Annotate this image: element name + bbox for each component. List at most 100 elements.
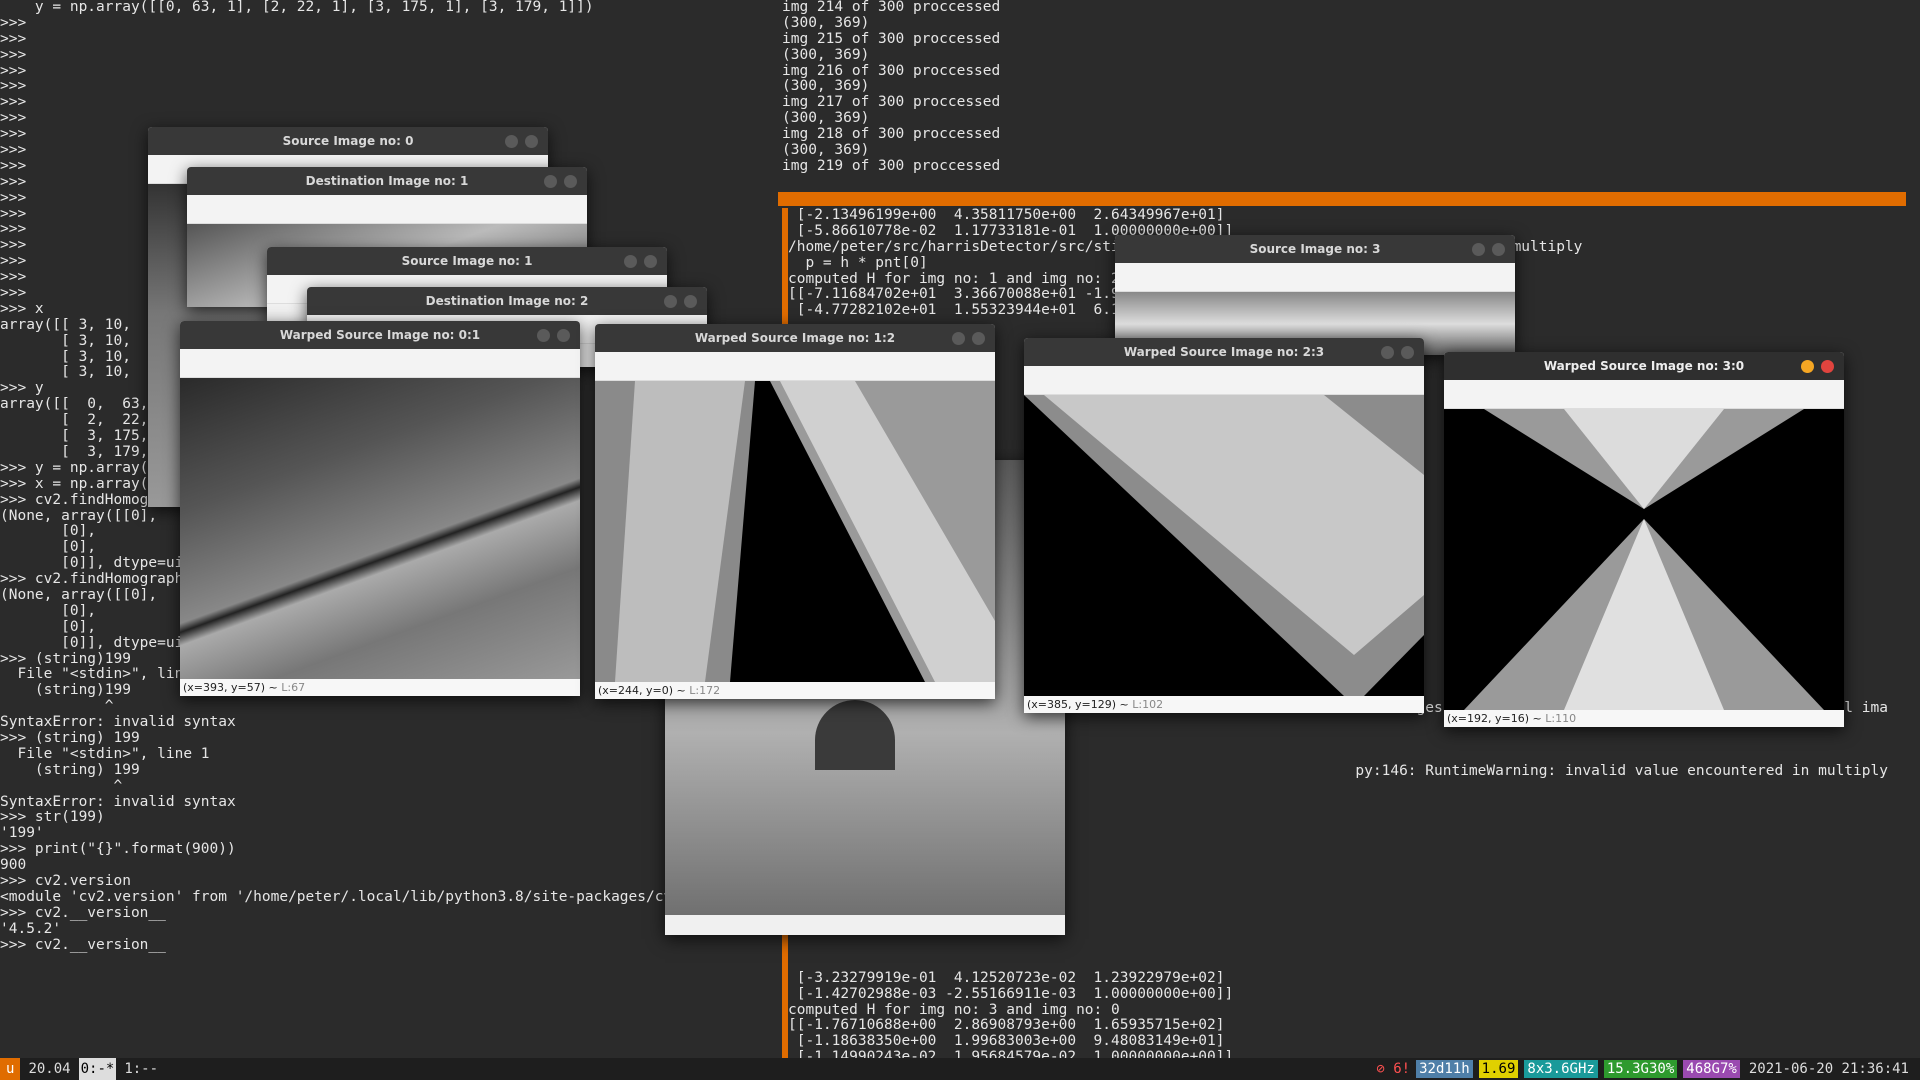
pixel-level: L:102 bbox=[1132, 698, 1164, 711]
terminal-line: img 215 of 300 proccessed bbox=[782, 30, 1001, 47]
window-title: Warped Source Image no: 3:0 bbox=[1543, 359, 1745, 373]
window-status-bar: (x=385, y=129) ~ L:102 bbox=[1024, 696, 1424, 713]
window-toolbar bbox=[1024, 366, 1424, 395]
close-button[interactable] bbox=[644, 255, 657, 268]
window-titlebar[interactable]: Warped Source Image no: 3:0 bbox=[1444, 352, 1844, 380]
window-status-bar: (x=393, y=57) ~ L:67 bbox=[180, 679, 580, 696]
minimize-button[interactable] bbox=[1801, 360, 1814, 373]
terminal-line: ^ bbox=[0, 698, 114, 715]
minimize-button[interactable] bbox=[952, 332, 965, 345]
cpu-badge: 8x3.6GHz bbox=[1524, 1060, 1598, 1078]
datetime: 2021-06-20 21:36:41 bbox=[1748, 1061, 1909, 1077]
close-button[interactable] bbox=[564, 175, 577, 188]
terminal-line: 900 bbox=[0, 857, 27, 874]
window-title: Destination Image no: 1 bbox=[305, 174, 469, 188]
terminal-line: SyntaxError: invalid syntax bbox=[0, 793, 236, 810]
terminal-line: [-1.42702988e-03 -2.55166911e-03 1.00000… bbox=[788, 985, 1234, 1002]
terminal-right-top[interactable]: img 214 of 300 proccessed (300, 369) img 2… bbox=[782, 0, 1920, 190]
pixel-level: L:110 bbox=[1545, 712, 1577, 725]
close-button[interactable] bbox=[1821, 360, 1834, 373]
window-title: Source Image no: 3 bbox=[1249, 242, 1381, 256]
warped-image-3-0 bbox=[1464, 409, 1824, 710]
tmux-status-bar: u 20.04 0:-* 1:-- ⊘ 6! 32d11h 1.69 8x3.6… bbox=[0, 1058, 1920, 1080]
cursor-coords: (x=385, y=129) ~ bbox=[1027, 698, 1133, 711]
load-badge: 1.69 bbox=[1478, 1060, 1519, 1078]
window-warped-source-1-2[interactable]: Warped Source Image no: 1:2 (x=244, y=0)… bbox=[595, 324, 995, 699]
terminal-line: >>> cv2.__version__ bbox=[0, 936, 166, 953]
terminal-line: y = np.array([[0, 63, 1], [2, 22, 1], [3… bbox=[0, 0, 594, 15]
terminal-line: [-3.23279919e-01 4.12520723e-02 1.239229… bbox=[788, 969, 1225, 986]
uptime-badge: 32d11h bbox=[1416, 1060, 1473, 1078]
image-canvas[interactable] bbox=[1024, 395, 1424, 696]
warped-image-1-2 bbox=[595, 381, 995, 682]
pane-divider-active bbox=[778, 192, 1906, 206]
window-titlebar[interactable]: Source Image no: 3 bbox=[1115, 235, 1515, 263]
os-version: 20.04 bbox=[28, 1061, 71, 1077]
window-status-bar bbox=[665, 915, 1065, 935]
terminal-line: (300, 369) bbox=[782, 110, 870, 127]
window-toolbar bbox=[180, 349, 580, 378]
close-button[interactable] bbox=[1492, 243, 1505, 256]
image-canvas[interactable] bbox=[1444, 409, 1844, 710]
window-status-bar: (x=244, y=0) ~ L:172 bbox=[595, 682, 995, 699]
terminal-line: >>> str(199) bbox=[0, 809, 105, 826]
window-toolbar bbox=[187, 195, 587, 224]
minimize-button[interactable] bbox=[544, 175, 557, 188]
terminal-line: (300, 369) bbox=[782, 142, 870, 159]
window-warped-source-0-1[interactable]: Warped Source Image no: 0:1 (x=393, y=57… bbox=[180, 321, 580, 696]
close-button[interactable] bbox=[1401, 346, 1414, 359]
window-toolbar bbox=[595, 352, 995, 381]
terminal-line: (300, 369) bbox=[782, 14, 870, 31]
window-indicator[interactable]: 1:-- bbox=[124, 1058, 158, 1080]
window-title: Source Image no: 0 bbox=[282, 134, 414, 148]
cursor-coords: (x=192, y=16) ~ bbox=[1447, 712, 1546, 725]
window-titlebar[interactable]: Destination Image no: 1 bbox=[187, 167, 587, 195]
terminal-line: >>> bbox=[0, 46, 27, 63]
terminal-line: >>> bbox=[0, 78, 27, 95]
terminal-line: >>> bbox=[0, 94, 27, 111]
close-button[interactable] bbox=[525, 135, 538, 148]
terminal-line: >>> bbox=[0, 30, 27, 47]
alert-icon: ⊘ bbox=[1376, 1061, 1385, 1077]
terminal-line: '4.5.2' bbox=[0, 920, 62, 937]
window-titlebar[interactable]: Warped Source Image no: 0:1 bbox=[180, 321, 580, 349]
terminal-line: (300, 369) bbox=[782, 46, 870, 63]
window-source-image-3[interactable]: Source Image no: 3 bbox=[1115, 235, 1515, 355]
terminal-line: [-1.18638350e+00 1.99683003e+00 9.480831… bbox=[788, 1033, 1225, 1050]
window-titlebar[interactable]: Source Image no: 0 bbox=[148, 127, 548, 155]
minimize-button[interactable] bbox=[1472, 243, 1485, 256]
pane-indicator[interactable]: 0:-* bbox=[78, 1058, 117, 1080]
window-warped-source-2-3[interactable]: Warped Source Image no: 2:3 (x=385, y=12… bbox=[1024, 338, 1424, 713]
warped-image-2-3 bbox=[1024, 395, 1424, 696]
terminal-line: (string) 199 bbox=[0, 761, 140, 778]
alert-badge: ⊘ 6! bbox=[1376, 1058, 1410, 1080]
cursor-coords: (x=393, y=57) ~ bbox=[183, 681, 282, 694]
minimize-button[interactable] bbox=[1381, 346, 1394, 359]
terminal-line: >>> bbox=[0, 110, 27, 127]
alert-count: 6! bbox=[1393, 1061, 1411, 1077]
terminal-line: <module 'cv2.version' from '/home/peter/… bbox=[0, 888, 725, 905]
minimize-button[interactable] bbox=[505, 135, 518, 148]
window-titlebar[interactable]: Warped Source Image no: 2:3 bbox=[1024, 338, 1424, 366]
close-button[interactable] bbox=[972, 332, 985, 345]
terminal-line: img 219 of 300 proccessed bbox=[782, 157, 1001, 174]
pixel-level: L:67 bbox=[281, 681, 306, 694]
window-title: Destination Image no: 2 bbox=[425, 294, 589, 308]
minimize-button[interactable] bbox=[624, 255, 637, 268]
window-toolbar bbox=[1444, 380, 1844, 409]
window-title: Warped Source Image no: 1:2 bbox=[694, 331, 896, 345]
minimize-button[interactable] bbox=[537, 329, 550, 342]
window-titlebar[interactable]: Warped Source Image no: 1:2 bbox=[595, 324, 995, 352]
window-titlebar[interactable]: Destination Image no: 2 bbox=[307, 287, 707, 315]
terminal-line: (300, 369) bbox=[782, 78, 870, 95]
image-canvas[interactable] bbox=[180, 378, 580, 679]
close-button[interactable] bbox=[684, 295, 697, 308]
window-warped-source-3-0[interactable]: Warped Source Image no: 3:0 (x=192, y=16… bbox=[1444, 352, 1844, 727]
terminal-line: img 216 of 300 proccessed bbox=[782, 62, 1001, 79]
image-canvas[interactable] bbox=[595, 381, 995, 682]
minimize-button[interactable] bbox=[664, 295, 677, 308]
terminal-line: [[-1.76710688e+00 2.86908793e+00 1.65935… bbox=[788, 1017, 1225, 1034]
window-titlebar[interactable]: Source Image no: 1 bbox=[267, 247, 667, 275]
close-button[interactable] bbox=[557, 329, 570, 342]
